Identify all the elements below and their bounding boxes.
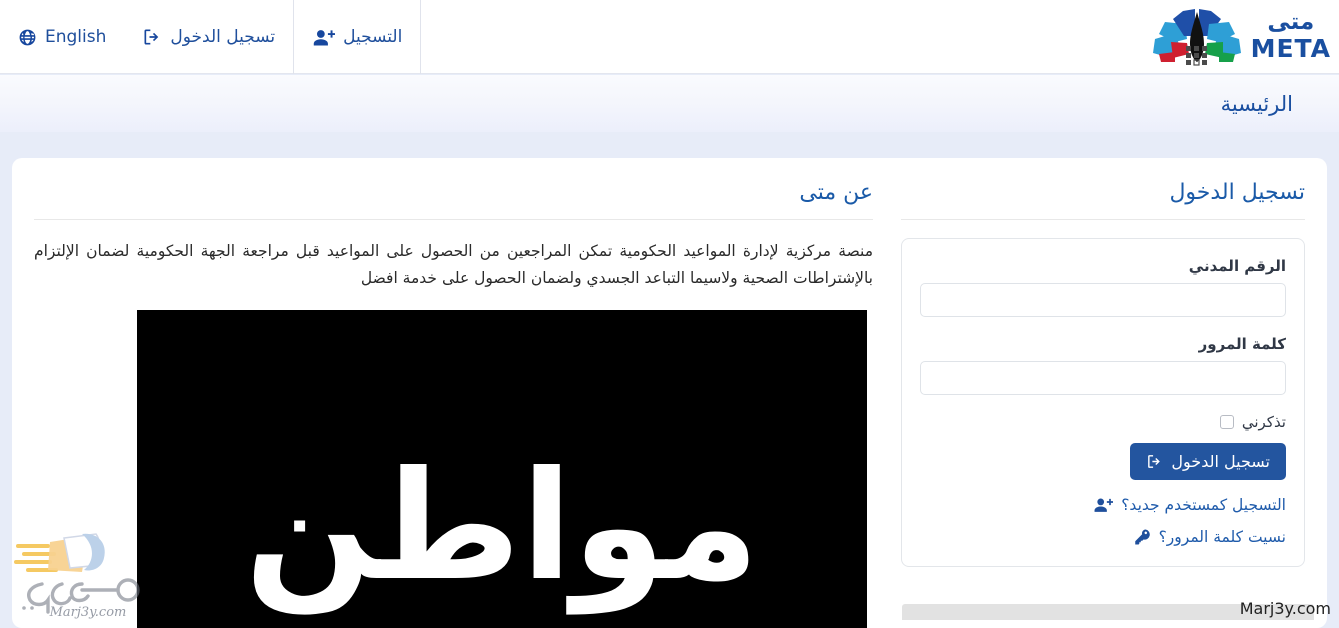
- login-title: تسجيل الدخول: [901, 180, 1305, 205]
- meta-fan-logo-icon: [1149, 6, 1245, 66]
- register-new-user-link[interactable]: التسجيل كمستخدم جديد؟: [920, 496, 1286, 514]
- top-header-bar: English تسجيل الدخول التسجيل: [0, 0, 1339, 74]
- password-label: كلمة المرور: [920, 335, 1286, 353]
- nav-item-english[interactable]: English: [0, 0, 124, 74]
- globe-icon: [18, 28, 37, 47]
- forgot-password-link[interactable]: نسيت كلمة المرور؟: [920, 528, 1286, 546]
- forgot-password-label: نسيت كلمة المرور؟: [1159, 528, 1286, 546]
- brand-arabic-text: متى: [1267, 11, 1314, 34]
- marj3y-domain-watermark: Marj3y.com: [1240, 599, 1331, 618]
- password-input[interactable]: [920, 361, 1286, 395]
- about-paragraph: منصة مركزية لإدارة المواعيد الحكومية تمك…: [34, 238, 873, 292]
- remember-me-checkbox[interactable]: [1220, 415, 1234, 429]
- login-title-divider: [901, 219, 1305, 220]
- login-submit-button[interactable]: تسجيل الدخول: [1130, 443, 1286, 480]
- sign-in-icon: [142, 27, 162, 47]
- login-form: الرقم المدني كلمة المرور تذكرني تسجيل ال…: [901, 238, 1305, 567]
- nav-item-signin[interactable]: تسجيل الدخول: [124, 0, 294, 74]
- nav-item-register[interactable]: التسجيل: [294, 0, 421, 74]
- header-nav: English تسجيل الدخول التسجيل: [0, 0, 421, 74]
- login-submit-label: تسجيل الدخول: [1171, 452, 1270, 471]
- brand-english-text: META: [1251, 36, 1331, 61]
- main-content-card: تسجيل الدخول الرقم المدني كلمة المرور تذ…: [12, 158, 1327, 628]
- about-title-divider: [34, 219, 873, 220]
- about-column: عن متى منصة مركزية لإدارة المواعيد الحكو…: [12, 158, 887, 628]
- breadcrumb-current: الرئيسية: [1221, 92, 1339, 116]
- remember-me-label: تذكرني: [1242, 413, 1286, 431]
- breadcrumb-bar: الرئيسية: [0, 75, 1339, 132]
- sign-in-icon: [1146, 453, 1163, 470]
- key-icon: [1133, 528, 1151, 546]
- nav-label-register: التسجيل: [343, 27, 402, 47]
- promo-video-caption: مواطن: [137, 452, 867, 602]
- brand-wordmark: متى META: [1251, 11, 1331, 61]
- remember-me-row[interactable]: تذكرني: [920, 413, 1286, 431]
- nav-label-signin: تسجيل الدخول: [170, 27, 275, 47]
- user-plus-icon: [1093, 496, 1113, 514]
- promo-video-player[interactable]: مواطن: [137, 310, 867, 628]
- civil-id-input[interactable]: [920, 283, 1286, 317]
- brand-logo[interactable]: متى META: [1149, 4, 1331, 68]
- nav-label-english: English: [45, 27, 106, 47]
- user-plus-icon: [312, 27, 335, 48]
- register-new-user-label: التسجيل كمستخدم جديد؟: [1121, 496, 1286, 514]
- civil-id-label: الرقم المدني: [920, 257, 1286, 275]
- login-column: تسجيل الدخول الرقم المدني كلمة المرور تذ…: [887, 158, 1327, 628]
- about-title: عن متى: [34, 180, 873, 205]
